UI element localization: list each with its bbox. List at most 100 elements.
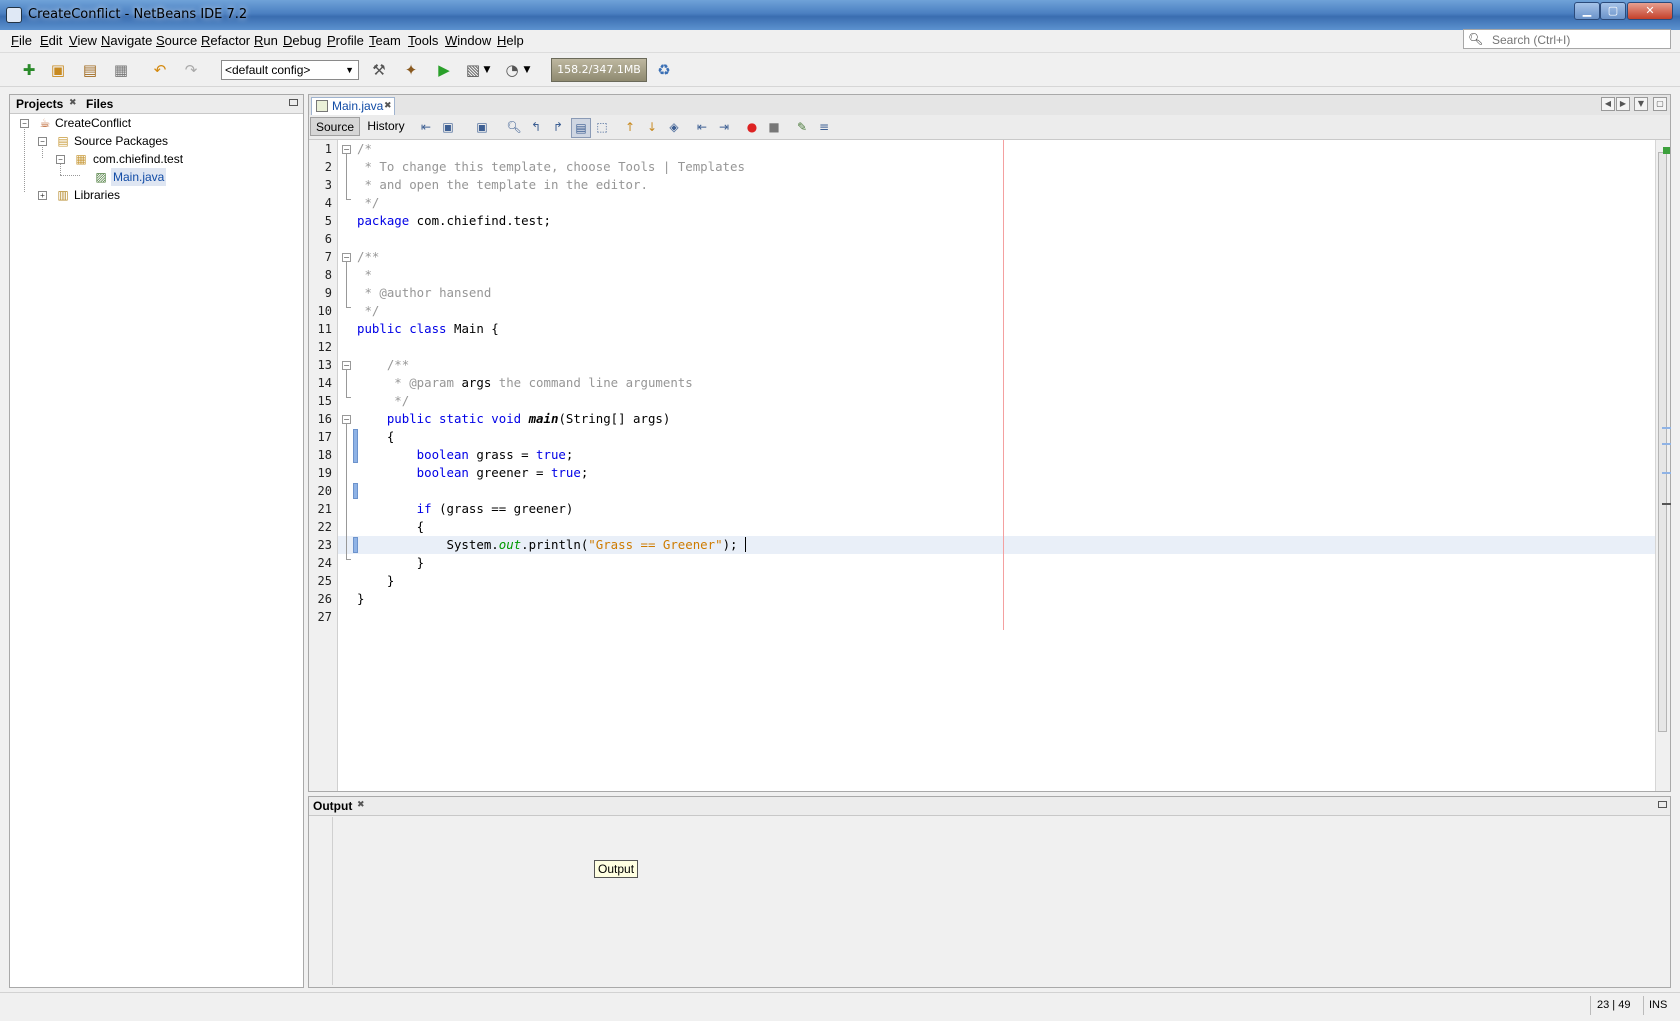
show-opened-documents-icon[interactable]: ▼ <box>1634 97 1648 111</box>
javadoc-tag: * @param <box>357 375 454 390</box>
menu-tools[interactable]: Tools <box>408 33 438 48</box>
forward-icon[interactable]: ▣ <box>473 118 491 136</box>
fold-icon[interactable]: − <box>342 361 351 370</box>
comment-icon[interactable]: ✎ <box>793 118 811 136</box>
minimize-panel-icon[interactable] <box>289 99 298 106</box>
tab-projects[interactable]: Projects <box>16 97 63 111</box>
expand-icon[interactable]: + <box>38 191 47 200</box>
fold-icon[interactable]: − <box>342 415 351 424</box>
profile-dropdown-icon[interactable]: ▼ <box>522 59 532 81</box>
next-bookmark-icon[interactable]: ↓ <box>643 118 661 136</box>
tree-item-source-packages[interactable]: − ▤ Source Packages <box>16 132 296 150</box>
profile-icon[interactable]: ◔ <box>501 59 523 81</box>
search-input[interactable] <box>1490 31 1670 49</box>
gc-icon[interactable]: ♻ <box>653 59 675 81</box>
toggle-highlight-icon[interactable]: ▤ <box>571 118 591 138</box>
minimize-button[interactable]: ▁ <box>1574 2 1600 20</box>
menu-debug[interactable]: Debug <box>283 33 321 48</box>
menu-navigate[interactable]: Navigate <box>101 33 152 48</box>
memory-indicator[interactable]: 158.2/347.1MB <box>551 58 647 82</box>
menu-help[interactable]: Help <box>497 33 524 48</box>
open-project-icon[interactable]: ▤ <box>79 59 101 81</box>
menu-refactor[interactable]: Refactor <box>201 33 250 48</box>
undo-icon[interactable]: ↶ <box>149 59 171 81</box>
find-previous-icon[interactable]: ↰ <box>527 118 545 136</box>
change-stripe-mark[interactable] <box>1662 472 1671 474</box>
menu-file[interactable]: File <box>11 33 32 48</box>
menu-window[interactable]: Window <box>445 33 491 48</box>
scroll-tabs-left-icon[interactable]: ◀ <box>1601 97 1615 111</box>
new-project-icon[interactable]: ▣ <box>47 59 69 81</box>
menu-source[interactable]: Source <box>156 33 197 48</box>
error-stripe[interactable] <box>1662 140 1671 790</box>
clean-build-icon[interactable]: ✦ <box>400 59 422 81</box>
find-selection-icon[interactable]: 🔍︎ <box>505 118 523 136</box>
tab-output[interactable]: Output <box>313 799 352 813</box>
find-next-icon[interactable]: ↱ <box>549 118 567 136</box>
start-macro-icon[interactable]: ● <box>743 118 761 136</box>
change-marker[interactable] <box>353 483 358 499</box>
tree-label: com.chiefind.test <box>93 152 184 166</box>
run-icon[interactable]: ▶ <box>433 59 455 81</box>
shift-right-icon[interactable]: ⇥ <box>715 118 733 136</box>
build-hammer-icon[interactable]: ⚒ <box>368 59 390 81</box>
stop-macro-icon[interactable]: ■ <box>765 118 783 136</box>
last-edit-icon[interactable]: ⇤ <box>417 118 435 136</box>
close-icon[interactable]: ✖ <box>357 800 365 810</box>
code-text: Main { <box>446 321 499 336</box>
tab-files[interactable]: Files <box>86 97 113 111</box>
param-name: args <box>453 375 492 390</box>
menu-view[interactable]: View <box>69 33 97 48</box>
save-all-icon[interactable]: ▦ <box>110 59 132 81</box>
change-stripe-mark[interactable] <box>1662 443 1671 445</box>
maximize-button[interactable]: ▢ <box>1600 2 1626 20</box>
menu-profile[interactable]: Profile <box>327 33 364 48</box>
maximize-window-icon[interactable]: ▢ <box>1653 97 1667 111</box>
tree-item-libraries[interactable]: + ▥ Libraries <box>16 186 296 204</box>
redo-icon[interactable]: ↷ <box>180 59 202 81</box>
minimize-panel-icon[interactable] <box>1658 801 1667 808</box>
tree-item-project[interactable]: − ☕︎ CreateConflict <box>16 114 296 132</box>
line-number: 22 <box>317 520 332 534</box>
caret-position[interactable]: 23 | 49 <box>1597 999 1630 1011</box>
menu-team[interactable]: Team <box>369 33 401 48</box>
keyword: package <box>357 213 410 228</box>
line-number: 3 <box>324 178 332 192</box>
menu-run[interactable]: Run <box>254 33 278 48</box>
tab-main-java[interactable]: Main.java ✖ <box>311 97 395 115</box>
insert-mode[interactable]: INS <box>1649 999 1667 1011</box>
back-icon[interactable]: ▣ <box>439 118 457 136</box>
line-number: 16 <box>317 412 332 426</box>
search-box[interactable]: 🔍︎ <box>1463 29 1671 49</box>
code-line: { <box>357 519 425 534</box>
collapse-icon[interactable]: − <box>56 155 65 164</box>
collapse-icon[interactable]: − <box>38 137 47 146</box>
toggle-bookmark-icon[interactable]: ◈ <box>665 118 683 136</box>
shift-left-icon[interactable]: ⇤ <box>693 118 711 136</box>
uncomment-icon[interactable]: ≡ <box>815 118 833 136</box>
close-window-button[interactable]: ✕ <box>1627 2 1673 20</box>
fold-icon[interactable]: − <box>342 253 351 262</box>
code-text: com.chiefind.test; <box>409 213 551 228</box>
tree-item-package[interactable]: − ▦ com.chiefind.test <box>16 150 296 168</box>
close-icon[interactable]: ✖ <box>384 101 392 111</box>
debug-icon[interactable]: ▧ <box>462 59 484 81</box>
config-select[interactable]: <default config> ▼ <box>221 60 359 80</box>
change-stripe-mark[interactable] <box>1662 427 1671 429</box>
history-view-button[interactable]: History <box>361 117 411 136</box>
collapse-icon[interactable]: − <box>20 119 29 128</box>
tree-item-main-java[interactable]: ▨ Main.java <box>16 168 296 186</box>
code-text: grass = <box>468 447 537 462</box>
fold-icon[interactable]: − <box>342 145 351 154</box>
scroll-tabs-right-icon[interactable]: ▶ <box>1616 97 1630 111</box>
previous-bookmark-icon[interactable]: ↑ <box>621 118 639 136</box>
debug-dropdown-icon[interactable]: ▼ <box>482 59 492 81</box>
menu-edit[interactable]: Edit <box>40 33 62 48</box>
new-file-icon[interactable]: ✚ <box>18 59 40 81</box>
fold-guide <box>346 307 351 308</box>
code-editor[interactable]: − − − − /* * To change this template, ch… <box>338 140 1656 791</box>
source-view-button[interactable]: Source <box>310 117 360 136</box>
string-literal: "Grass == Greener" <box>588 537 723 552</box>
toggle-rect-selection-icon[interactable]: ⬚ <box>593 118 611 136</box>
close-icon[interactable]: ✖ <box>69 98 77 108</box>
